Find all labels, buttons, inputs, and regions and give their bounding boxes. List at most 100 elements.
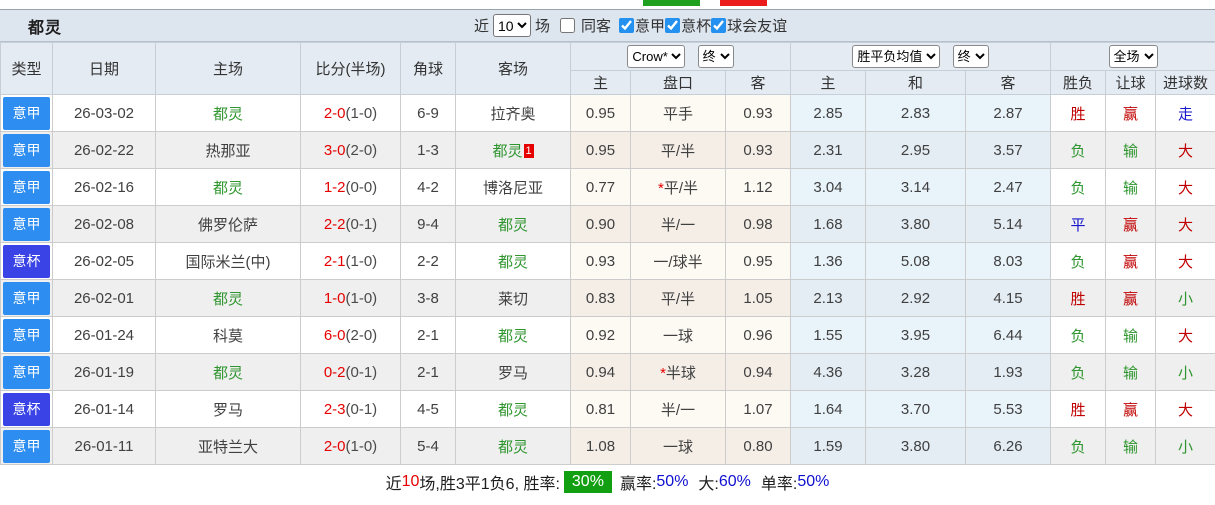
away-team: 都灵 1 <box>455 131 571 169</box>
bookmaker-select[interactable]: Crow* <box>627 45 686 68</box>
same-away-checkbox[interactable] <box>560 18 576 33</box>
summary-prefix: 近 <box>385 476 402 493</box>
filter-serie-a[interactable]: 意甲 <box>619 15 665 36</box>
filter-club-friendly[interactable]: 球会友谊 <box>711 15 787 36</box>
home-team: 科莫 <box>155 316 301 354</box>
match-date: 26-03-02 <box>52 94 156 132</box>
handicap-home-odds: 0.77 <box>570 168 631 206</box>
odds-history-page: 都灵 近 10 场 同客 意甲 意杯 球会友谊 类型 日期 主场 比分(半场) … <box>0 0 1215 505</box>
summary-recent-count: 10 <box>401 473 420 490</box>
serie-a-checkbox[interactable] <box>619 18 635 33</box>
red-tab-remnant <box>720 0 767 6</box>
score-cell: 2-0(1-0) <box>300 94 401 132</box>
league-type-cell: 意甲 <box>0 168 53 206</box>
result-handicap: 赢 <box>1105 94 1156 132</box>
score-cell: 2-1(1-0) <box>300 242 401 280</box>
column-header-score: 比分(半场) <box>300 42 401 95</box>
handicap-away-odds: 0.96 <box>725 316 791 354</box>
away-team-name: 都灵 <box>497 216 528 234</box>
match-row: 意杯 26-01-14 罗马 2-3(0-1) 4-5 都灵 0.81 半/一 … <box>0 390 1215 428</box>
subheader-handicap: 盘口 <box>630 70 726 95</box>
score-cell: 3-0(2-0) <box>300 131 401 169</box>
column-header-date: 日期 <box>52 42 156 95</box>
full-time-score: 2-3 <box>323 400 346 418</box>
home-team: 佛罗伦萨 <box>155 205 301 243</box>
away-team: 都灵 <box>455 427 571 465</box>
match-row: 意杯 26-02-05 国际米兰(中) 2-1(1-0) 2-2 都灵 0.93… <box>0 242 1215 280</box>
handicap-rate-label: 赢率: <box>619 476 657 493</box>
subheader-avg-draw: 和 <box>865 70 966 95</box>
coppa-italia-checkbox[interactable] <box>665 18 681 33</box>
club-friendly-checkbox[interactable] <box>711 18 727 33</box>
match-row: 意甲 26-01-11 亚特兰大 2-0(1-0) 5-4 都灵 1.08 一球… <box>0 427 1215 465</box>
corners: 5-4 <box>400 427 456 465</box>
result-winloss: 负 <box>1050 316 1106 354</box>
home-team-name: 热那亚 <box>205 142 251 160</box>
home-team-name: 罗马 <box>212 401 243 419</box>
home-team: 国际米兰(中) <box>155 242 301 280</box>
half-time-score: (2-0) <box>345 141 378 159</box>
column-header-type: 类型 <box>0 42 53 95</box>
away-team: 博洛尼亚 <box>455 168 571 206</box>
filter-controls: 近 10 场 同客 意甲 意杯 球会友谊 <box>474 10 787 41</box>
handicap-line: 平/半 <box>630 131 726 169</box>
result-winloss: 负 <box>1050 131 1106 169</box>
avg-home-odds: 2.85 <box>790 94 866 132</box>
subheader-goals: 进球数 <box>1154 70 1215 95</box>
filter-coppa-italia-label: 意杯 <box>681 18 712 35</box>
home-team: 都灵 <box>155 168 301 206</box>
corners: 3-8 <box>400 279 456 317</box>
half-time-score: (0-1) <box>345 363 378 381</box>
corners: 4-5 <box>400 390 456 428</box>
handicap-rate-value: 50% <box>656 473 689 490</box>
handicap-line: *半球 <box>630 353 726 391</box>
match-row: 意甲 26-02-08 佛罗伦萨 2-2(0-1) 9-4 都灵 0.90 半/… <box>0 205 1215 243</box>
avg-draw-odds: 3.95 <box>865 316 966 354</box>
full-time-score: 6-0 <box>323 326 346 344</box>
recent-count-select[interactable]: 10 <box>493 14 532 37</box>
match-row: 意甲 26-02-01 都灵 1-0(1-0) 3-8 莱切 0.83 平/半 … <box>0 279 1215 317</box>
full-time-score: 2-0 <box>323 437 346 455</box>
handicap-away-odds: 0.95 <box>725 242 791 280</box>
corners: 2-1 <box>400 316 456 354</box>
result-goals: 大 <box>1154 316 1215 354</box>
average-odds-time-select[interactable]: 终 <box>952 45 989 68</box>
handicap-away-odds: 1.05 <box>725 279 791 317</box>
league-type-cell: 意甲 <box>0 131 53 169</box>
avg-home-odds: 1.64 <box>790 390 866 428</box>
avg-home-odds: 1.36 <box>790 242 866 280</box>
filter-coppa-italia[interactable]: 意杯 <box>665 15 711 36</box>
avg-draw-odds: 3.80 <box>865 427 966 465</box>
bookmaker-select-group: Crow* 终 <box>570 42 791 71</box>
score-cell: 2-3(0-1) <box>300 390 401 428</box>
away-team: 都灵 <box>455 205 571 243</box>
match-history-table: 类型 日期 主场 比分(半场) 角球 客场 Crow* 终 胜平负均值 终 全场… <box>0 42 1215 465</box>
big-rate-value: 60% <box>718 473 751 490</box>
avg-home-odds: 1.68 <box>790 205 866 243</box>
filter-same-away[interactable]: 同客 <box>560 15 611 36</box>
handicap-home-odds: 0.90 <box>570 205 631 243</box>
league-badge: 意甲 <box>3 96 50 130</box>
handicap-home-odds: 0.93 <box>570 242 631 280</box>
result-winloss: 负 <box>1050 353 1106 391</box>
home-team-name: 都灵 <box>212 179 243 197</box>
corners: 2-1 <box>400 353 456 391</box>
home-team-name: 都灵 <box>212 364 243 382</box>
odd-rate-value: 50% <box>797 473 830 490</box>
league-badge: 意甲 <box>3 207 50 241</box>
average-odds-select[interactable]: 胜平负均值 <box>852 45 941 68</box>
bookmaker-odds-time-select[interactable]: 终 <box>697 45 734 68</box>
green-tab-remnant <box>643 0 700 6</box>
away-team-name: 都灵 <box>492 142 523 160</box>
avg-home-odds: 1.59 <box>790 427 866 465</box>
half-time-score: (1-0) <box>345 252 378 270</box>
corners: 4-2 <box>400 168 456 206</box>
handicap-line: 平手 <box>630 94 726 132</box>
handicap-line-text: 一/球半 <box>653 253 703 271</box>
away-team: 都灵 <box>455 316 571 354</box>
match-date: 26-01-24 <box>52 316 156 354</box>
result-goals: 大 <box>1154 390 1215 428</box>
full-time-score: 2-1 <box>323 252 346 270</box>
scope-select[interactable]: 全场 <box>1108 45 1158 68</box>
handicap-line-text: 半球 <box>665 364 696 382</box>
